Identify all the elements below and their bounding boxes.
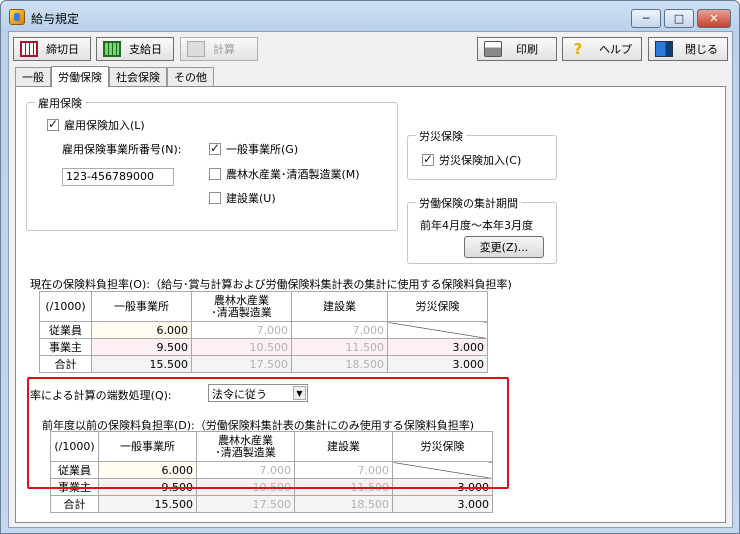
workers-comp-join-label: 労災保険加入(C) <box>439 154 522 167</box>
print-button[interactable]: 印刷 <box>477 37 557 61</box>
agriculture-label: 農林水産業･清酒製造業(M) <box>226 168 360 181</box>
checkbox-mark <box>47 117 59 131</box>
printer-icon <box>484 41 502 57</box>
employment-insurance-group: 雇用保険 雇用保険加入(L) 雇用保険事業所番号(N): 123-4567890… <box>26 95 398 231</box>
rate-cell: 3.000 <box>387 355 488 373</box>
employment-insurance-title: 雇用保険 <box>35 95 85 111</box>
header-construction: 建設業 <box>291 291 388 322</box>
change-period-button[interactable]: 変更(Z)... <box>464 236 544 258</box>
office-number-input[interactable]: 123-456789000 <box>62 168 174 186</box>
close-label: 閉じる <box>685 43 718 56</box>
rate-cell[interactable]: 9.500 <box>91 338 192 356</box>
shikyu-label: 支給日 <box>129 43 162 56</box>
shikyu-button[interactable]: 支給日 <box>96 37 174 61</box>
agriculture-checkbox[interactable]: 農林水産業･清酒製造業(M) <box>209 166 360 182</box>
tab-social-insurance[interactable]: 社会保険 <box>109 67 167 86</box>
rate-cell: 7.000 <box>191 321 292 339</box>
row-label-employee: 従業員 <box>39 321 92 339</box>
help-button[interactable]: ? ヘルプ <box>562 37 642 61</box>
rate-cell: 10.500 <box>191 338 292 356</box>
grid-calendar-icon <box>103 41 121 57</box>
rate-cell: 15.500 <box>91 355 192 373</box>
print-label: 印刷 <box>516 43 538 56</box>
aggregation-period-value: 前年4月度～本年3月度 <box>420 219 533 232</box>
maximize-button[interactable]: □ <box>664 9 694 28</box>
row-label-total: 合計 <box>50 495 99 513</box>
table-row: 従業員 6.000 7.000 7.000 <box>39 321 488 339</box>
rate-cell: 7.000 <box>291 321 388 339</box>
row-label-total: 合計 <box>39 355 92 373</box>
calculator-icon <box>187 41 205 57</box>
header-agriculture: 農林水産業 ･清酒製造業 <box>191 291 292 322</box>
tab-other[interactable]: その他 <box>167 67 214 86</box>
tab-strip: 一般 労働保険 社会保険 その他 <box>15 66 214 87</box>
keisan-button[interactable]: 計算 <box>180 37 258 61</box>
keisan-label: 計算 <box>213 43 235 56</box>
header-unit: (/1000) <box>39 291 92 322</box>
row-label-employer: 事業主 <box>39 338 92 356</box>
minimize-button[interactable]: ─ <box>631 9 661 28</box>
checkbox-mark <box>209 141 221 155</box>
close-window-button[interactable]: ✕ <box>697 9 731 28</box>
rate-cell[interactable]: 3.000 <box>387 338 488 356</box>
tab-general[interactable]: 一般 <box>15 67 51 86</box>
help-label: ヘルプ <box>599 43 632 56</box>
office-number-label: 雇用保険事業所番号(N): <box>62 143 182 156</box>
checkbox-mark <box>209 168 221 180</box>
current-rates-table: (/1000) 一般事業所 農林水産業 ･清酒製造業 建設業 労災保険 従業員 … <box>39 291 488 373</box>
general-office-checkbox[interactable]: 一般事業所(G) <box>209 141 298 157</box>
help-icon: ? <box>573 40 583 58</box>
window-title: 給与規定 <box>31 12 80 26</box>
close-button[interactable]: 閉じる <box>648 37 728 61</box>
rate-cell: 17.500 <box>196 495 295 513</box>
header-general: 一般事業所 <box>91 291 192 322</box>
shimekiri-button[interactable]: 締切日 <box>13 37 91 61</box>
construction-checkbox[interactable]: 建設業(U) <box>209 190 276 206</box>
current-rates-title: 現在の保険料負担率(O):（給与･賞与計算および労働保険料集計表の集計に使用する… <box>30 278 512 291</box>
aggregation-period-title: 労働保険の集計期間 <box>416 195 521 211</box>
rate-cell: 11.500 <box>291 338 388 356</box>
rate-cell: 17.500 <box>191 355 292 373</box>
table-row: 事業主 9.500 10.500 11.500 3.000 <box>39 338 488 356</box>
highlight-box <box>27 377 509 489</box>
employment-insurance-join-checkbox[interactable]: 雇用保険加入(L) <box>47 117 145 133</box>
aggregation-period-group: 労働保険の集計期間 前年4月度～本年3月度 変更(Z)... <box>407 195 557 264</box>
workers-comp-join-checkbox[interactable]: 労災保険加入(C) <box>422 152 521 168</box>
diagonal-empty-cell <box>387 321 488 339</box>
title-bar[interactable]: 給与規定 ─ □ ✕ <box>1 1 739 31</box>
rate-cell[interactable]: 6.000 <box>91 321 192 339</box>
rate-cell: 18.500 <box>294 495 393 513</box>
construction-label: 建設業(U) <box>226 192 276 205</box>
table-row: 合計 15.500 17.500 18.500 3.000 <box>39 355 488 373</box>
calendar-icon <box>20 41 38 57</box>
workers-comp-title: 労災保険 <box>416 128 466 144</box>
employment-insurance-join-label: 雇用保険加入(L) <box>64 119 145 132</box>
tab-labor-insurance[interactable]: 労働保険 <box>51 66 109 87</box>
general-office-label: 一般事業所(G) <box>226 143 299 156</box>
header-workers-comp: 労災保険 <box>387 291 488 322</box>
checkbox-mark <box>209 192 221 204</box>
checkbox-mark <box>422 152 434 166</box>
app-icon <box>9 9 25 25</box>
door-icon <box>655 41 673 57</box>
rate-cell: 15.500 <box>98 495 197 513</box>
rate-cell: 18.500 <box>291 355 388 373</box>
shimekiri-label: 締切日 <box>46 43 79 56</box>
table-row: 合計 15.500 17.500 18.500 3.000 <box>50 495 493 513</box>
rate-cell: 3.000 <box>392 495 493 513</box>
workers-comp-group: 労災保険 労災保険加入(C) <box>407 128 557 180</box>
